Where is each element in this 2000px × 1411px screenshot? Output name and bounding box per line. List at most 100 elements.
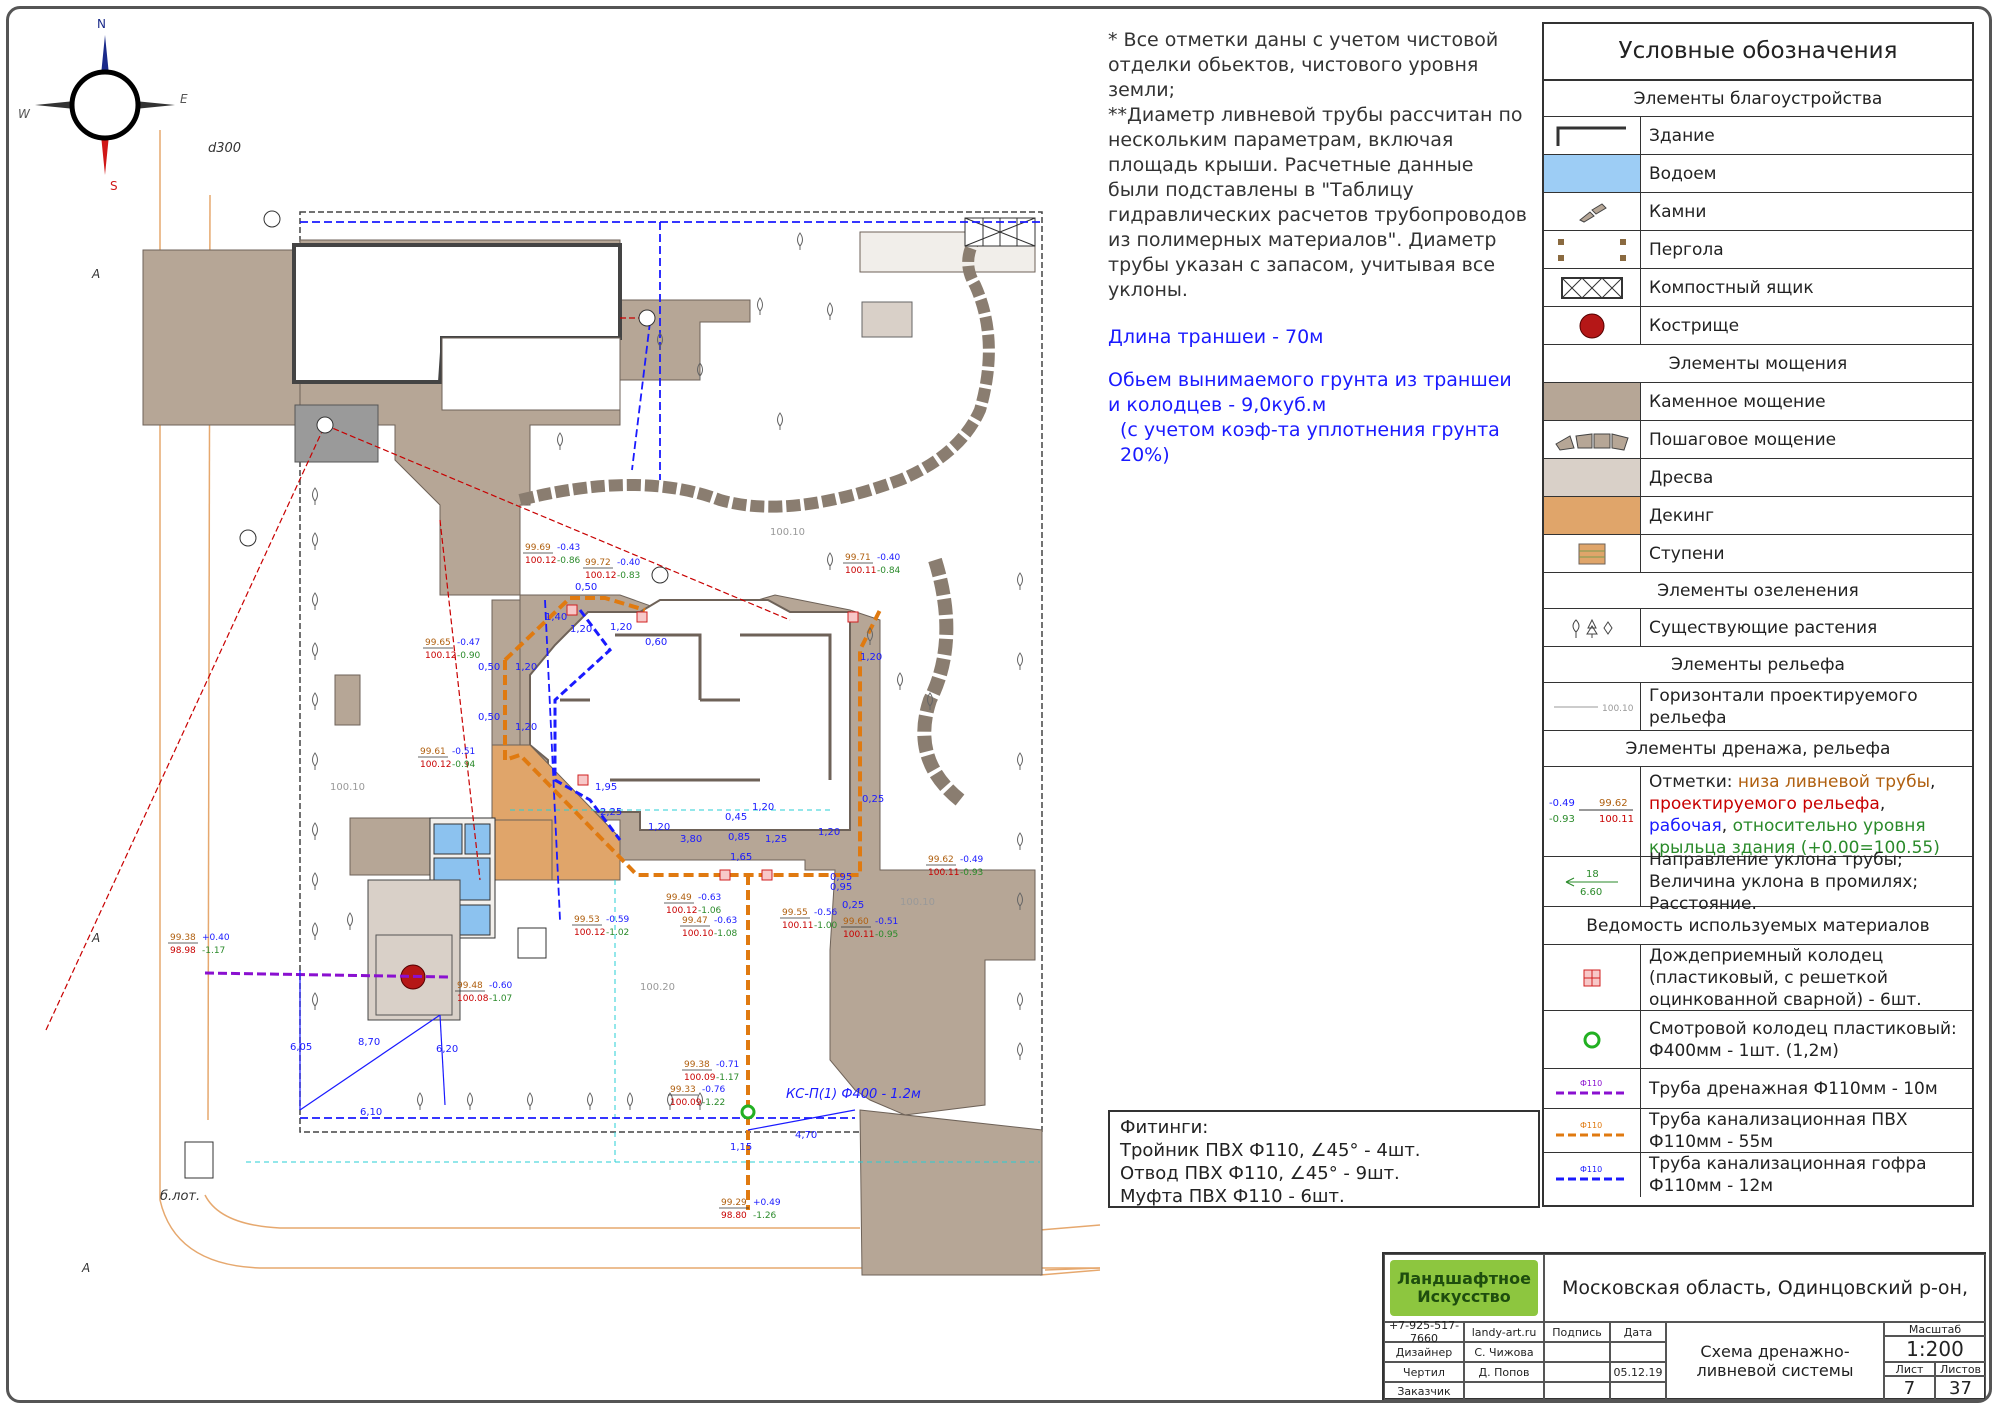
drawing-title: Схема дренажно-ливневой системы <box>1666 1322 1884 1400</box>
pergola-icon <box>1544 231 1641 268</box>
legend-water: Водоем <box>1649 163 1717 184</box>
sheets-label: Листов <box>1935 1362 1986 1376</box>
logo-line2: Искусство <box>1417 1287 1511 1306</box>
legend-building: Здание <box>1649 125 1715 146</box>
date-drafter: 05.12.19 <box>1610 1362 1666 1382</box>
marks-bottom: 100.11 <box>1599 814 1634 825</box>
distance-label: 0,50 <box>478 712 500 723</box>
elev-top: 99.72 <box>585 558 611 568</box>
k-box <box>517 927 547 959</box>
elev-rel: -0.40 <box>877 553 901 563</box>
corrugated-pipe-symbol-label: Ф110 <box>1580 1165 1602 1174</box>
elev-sub: -1.00 <box>814 921 838 931</box>
elev-rel: -0.47 <box>457 638 480 648</box>
role-client: Заказчик <box>1384 1382 1464 1400</box>
distance-label: 0,50 <box>478 662 500 673</box>
sign-drafter <box>1544 1362 1610 1382</box>
legend-row-inspection: Смотровой колодец пластиковый: Ф400мм - … <box>1544 1011 1972 1069</box>
elev-rel: +0.40 <box>202 933 230 943</box>
elev-top: 99.29 <box>721 1198 747 1208</box>
phone: +7-925-517-7660 <box>1384 1319 1464 1345</box>
scale-label: Масштаб <box>1884 1322 1986 1336</box>
distance-label: 1,25 <box>765 834 787 845</box>
distance-label: 1,20 <box>515 662 537 673</box>
legend: Условные обозначения Элементы благоустро… <box>1542 22 1974 1207</box>
legend-sewer-pipe: Труба канализационная ПВХ Ф110мм - 55м <box>1649 1109 1908 1152</box>
fittings-elbow: Отвод ПВХ Ф110, ∠45° - 9шт. <box>1120 1163 1400 1184</box>
sign-client <box>1544 1382 1610 1400</box>
ks-label: КС-П(1) Ф400 - 1.2м <box>786 1087 921 1102</box>
compass-rose: N E W S <box>18 17 188 193</box>
elev-sub: -0.95 <box>875 930 898 940</box>
distance-label: 1,20 <box>860 652 882 663</box>
marks-text-d: проектируемого рельефа <box>1649 794 1880 814</box>
legend-steps: Ступени <box>1649 543 1725 564</box>
legend-section-drain: Элементы дренажа, рельефа <box>1544 731 1972 767</box>
elev-bottom: 100.11 <box>845 566 877 576</box>
note-2: **Диаметр ливневой трубы рассчитан по не… <box>1108 104 1527 301</box>
label-d300: d300 <box>208 141 241 156</box>
elev-sub: -1.02 <box>606 928 629 938</box>
elev-sub: -0.86 <box>557 556 581 566</box>
elev-rel: -0.51 <box>452 747 475 757</box>
distance-label: 4,70 <box>795 1130 817 1141</box>
elev-rel: -0.43 <box>557 543 580 553</box>
elev-bottom: 100.08 <box>457 994 489 1004</box>
label-a1: А <box>91 267 100 281</box>
elev-bottom: 100.12 <box>425 651 457 661</box>
compass-w-label: W <box>18 107 31 121</box>
elev-rel: -0.59 <box>606 915 630 925</box>
legend-row-fire: Кострище <box>1544 307 1972 345</box>
legend-inspection: Смотровой колодец пластиковый: Ф400мм - … <box>1649 1018 1957 1061</box>
plants-icon <box>1544 609 1641 646</box>
legend-row-water: Водоем <box>1544 155 1972 193</box>
elev-sub: -1.17 <box>716 1073 739 1083</box>
compass-e-label: E <box>180 92 188 106</box>
decking-symbol <box>1544 497 1641 534</box>
note-volume: Обьем вынимаемого грунта из траншеи и ко… <box>1108 369 1512 416</box>
elev-bottom: 98.80 <box>721 1211 747 1221</box>
elev-bottom: 100.12 <box>585 571 617 581</box>
elev-sub: -1.26 <box>753 1211 777 1221</box>
legend-slope: Направление уклона трубы; Величина уклон… <box>1649 849 1919 914</box>
fittings-title: Фитинги: <box>1120 1117 1209 1138</box>
marks-text-g: , <box>1721 816 1733 836</box>
site: landy-art.ru <box>1464 1322 1544 1342</box>
elev-top: 99.69 <box>525 543 551 553</box>
elev-top: 99.48 <box>457 981 483 991</box>
label-a2: А <box>91 931 100 945</box>
elev-top: 99.53 <box>574 915 600 925</box>
garage <box>294 404 379 463</box>
contour-label: 100.10 <box>900 897 935 908</box>
distance-label: 1,95 <box>595 782 617 793</box>
distance-label: 1,20 <box>515 722 537 733</box>
name-client <box>1464 1382 1544 1400</box>
contour-label: 100.10 <box>770 527 805 538</box>
legend-row-plants: Существующие растения <box>1544 609 1972 647</box>
note-trench: Длина траншеи - 70м <box>1108 326 1324 348</box>
distance-label: 2,25 <box>600 807 622 818</box>
sign-designer <box>1544 1342 1610 1362</box>
sewer-pipe-symbol-label: Ф110 <box>1580 1121 1602 1130</box>
legend-compost: Компостный ящик <box>1649 277 1814 298</box>
distance-label: 1,15 <box>730 1142 752 1153</box>
distance-label: 1,20 <box>752 802 774 813</box>
elev-sub: -1.08 <box>714 929 738 939</box>
stone-paving-symbol <box>1544 383 1641 420</box>
marks-text-a: Отметки: <box>1649 772 1738 792</box>
fittings-coupling: Муфта ПВХ Ф110 - 6шт. <box>1120 1186 1345 1207</box>
legend-drain-pipe: Труба дренажная Ф110мм - 10м <box>1649 1078 1938 1099</box>
elev-bottom: 100.09 <box>684 1073 716 1083</box>
elev-sub: -1.22 <box>702 1098 725 1108</box>
contour-symbol-label: 100.10 <box>1602 704 1634 714</box>
marks-symbol: -0.49 -0.93 99.62 100.11 <box>1544 767 1641 856</box>
legend-row-contours: 100.10 Горизонтали проектируемого рельеф… <box>1544 683 1972 731</box>
note-volume-2: (с учетом коэф-та уплотнения грунта 20%) <box>1120 419 1500 466</box>
corrugated-pipe-symbol: Ф110 <box>1544 1153 1641 1197</box>
slope-bottom: 6.60 <box>1580 887 1602 898</box>
legend-title: Условные обозначения <box>1544 24 1972 81</box>
note-1: * Все отметки даны с учетом чистовой отд… <box>1108 29 1499 101</box>
inlet-icon <box>1544 945 1641 1010</box>
elev-rel: -0.40 <box>617 558 641 568</box>
elev-sub: -0.90 <box>457 651 481 661</box>
